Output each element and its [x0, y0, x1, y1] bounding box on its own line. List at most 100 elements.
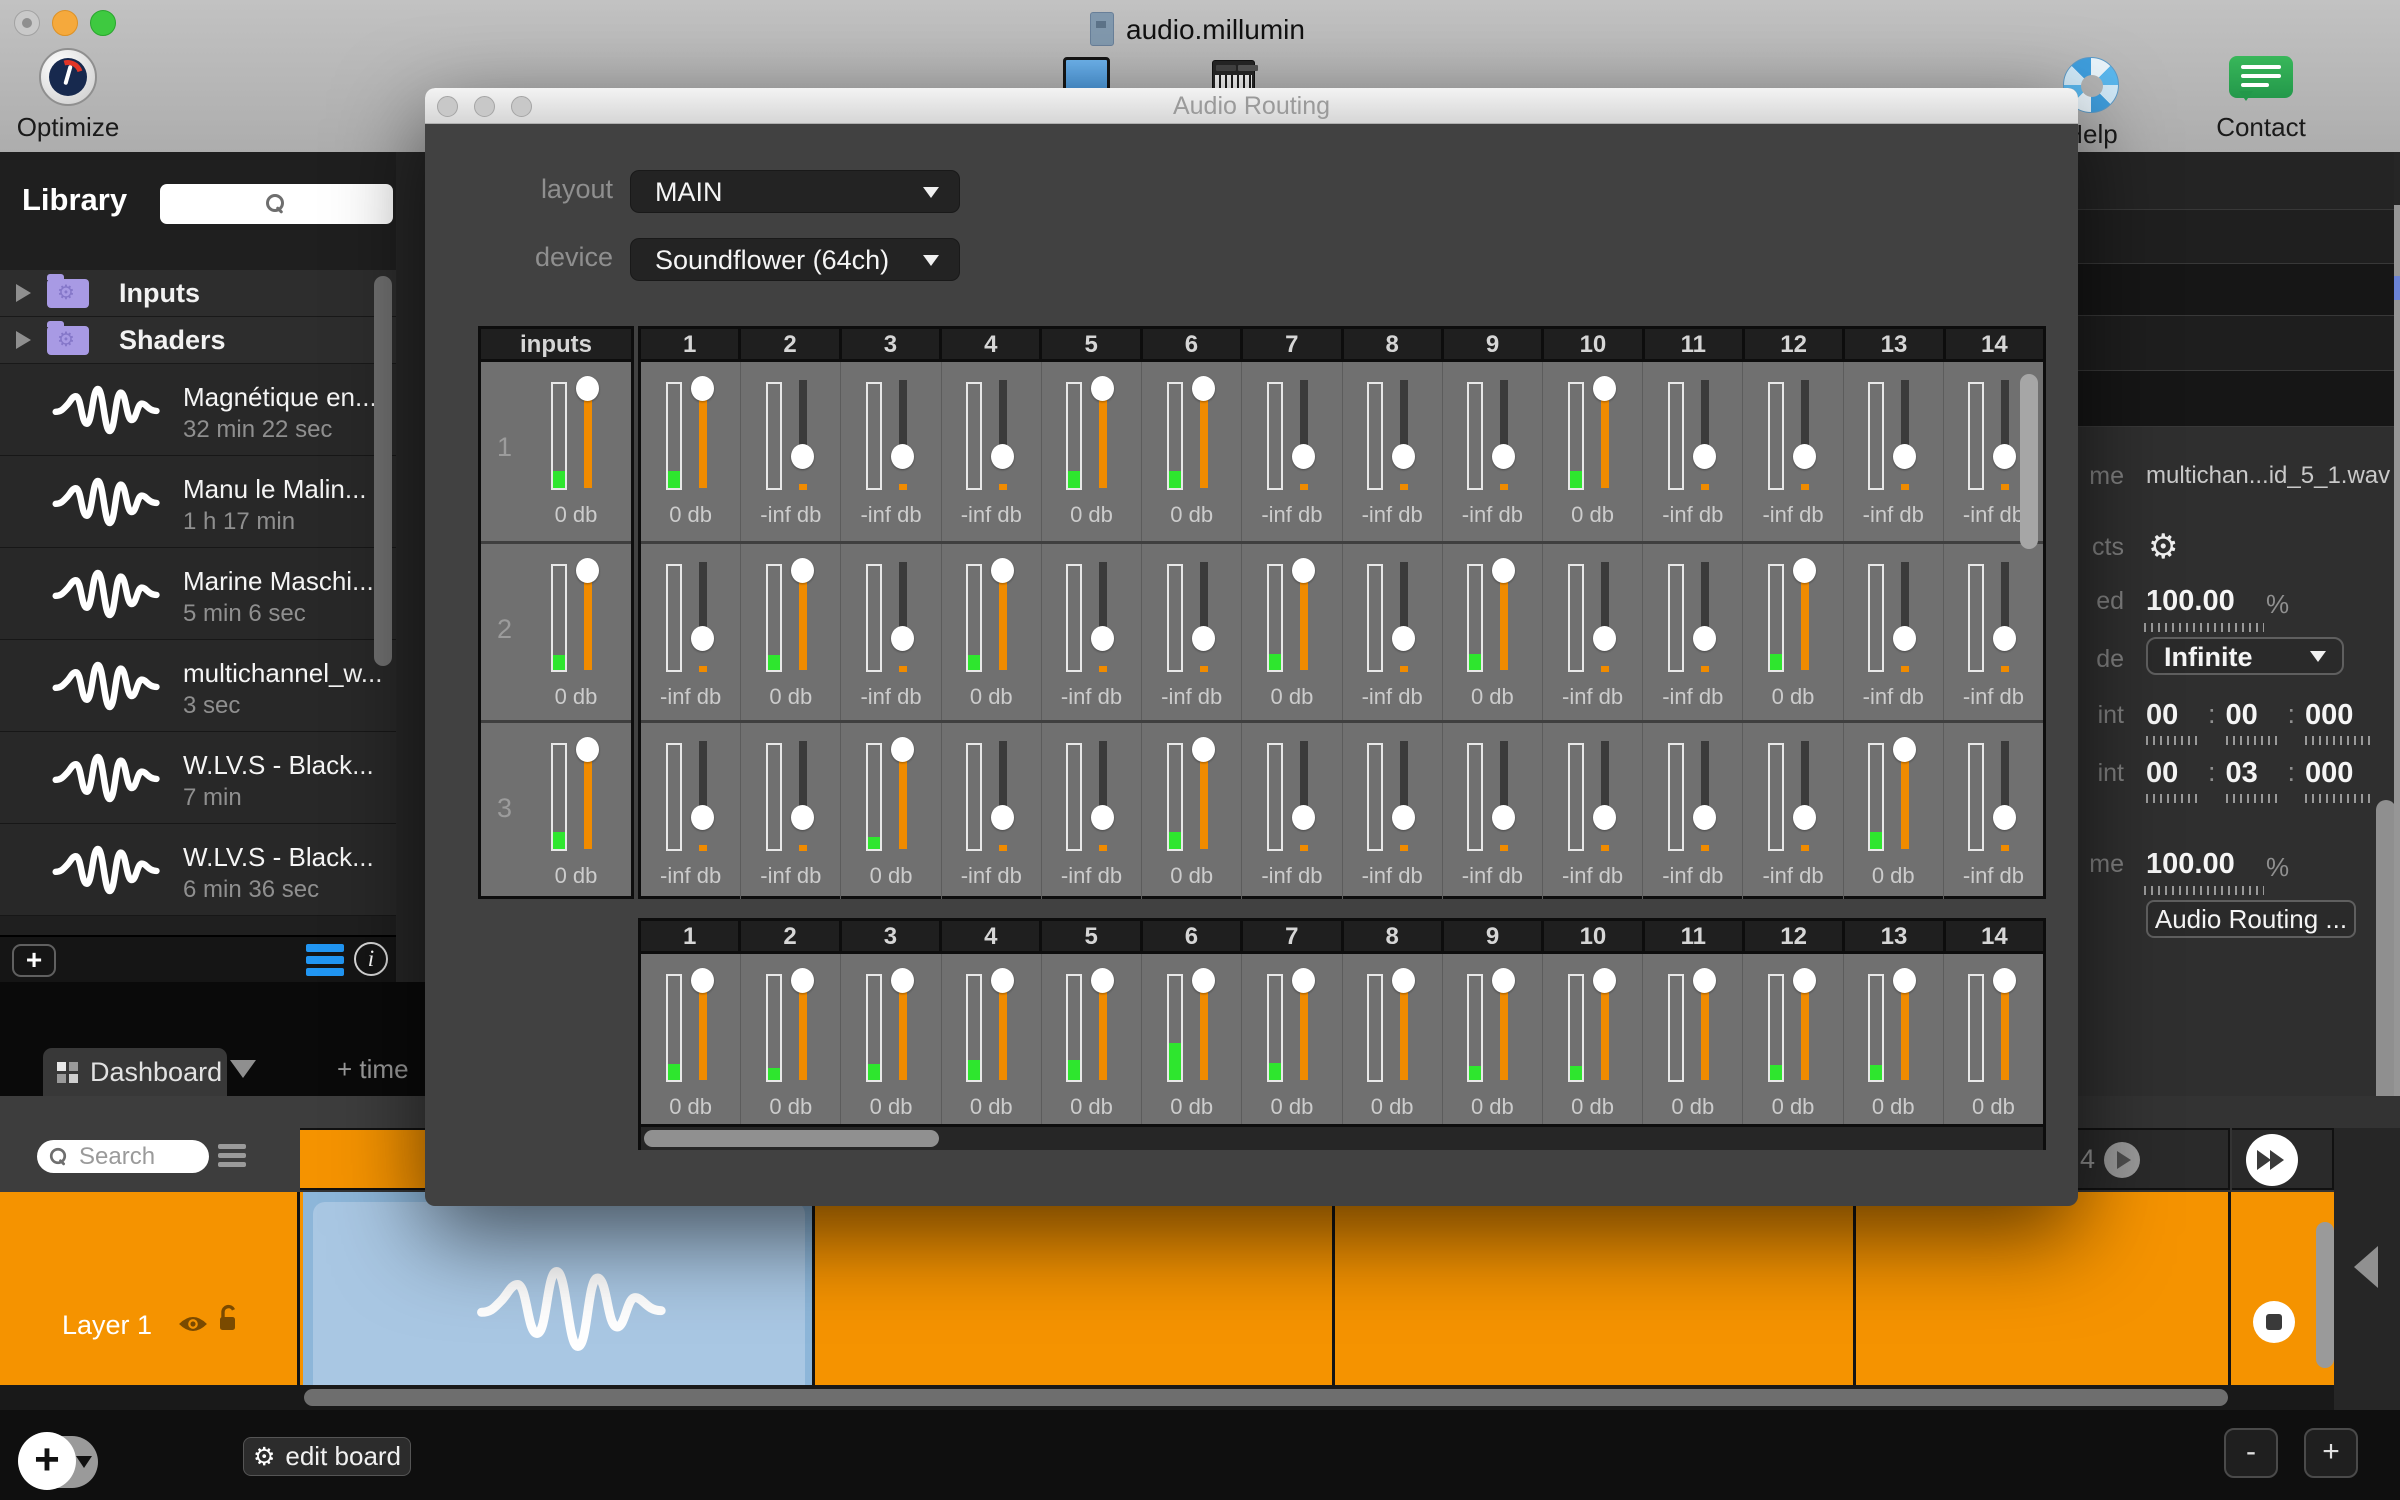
routing-cell[interactable]: 0 db — [1543, 954, 1644, 1124]
fader-knob[interactable] — [1793, 968, 1817, 993]
fader-knob[interactable] — [790, 444, 814, 469]
library-item[interactable]: Magnétique en... 32 min 22 sec — [0, 364, 396, 456]
outpoint-seconds[interactable]: 03 — [2225, 757, 2278, 803]
routing-cell[interactable]: -inf db — [1242, 723, 1343, 899]
fader-knob[interactable] — [790, 558, 814, 583]
volume-fader[interactable] — [991, 558, 1015, 672]
routing-cell[interactable]: 0 db — [521, 362, 631, 541]
zoom-in-button[interactable]: + — [2304, 1428, 2358, 1478]
fader-knob[interactable] — [1592, 805, 1616, 830]
fader-knob[interactable] — [1893, 444, 1917, 469]
volume-fader[interactable] — [1291, 380, 1315, 490]
routing-cell[interactable]: 0 db — [1343, 954, 1443, 1124]
edit-board-button[interactable]: ⚙ edit board — [243, 1437, 411, 1476]
routing-cell[interactable]: 0 db — [1844, 723, 1944, 899]
cue-header-cell[interactable] — [300, 1128, 425, 1190]
fader-track[interactable] — [899, 751, 908, 849]
volume-fader[interactable] — [1592, 376, 1616, 490]
fader-knob[interactable] — [1091, 626, 1115, 651]
routing-cell[interactable]: 0 db — [641, 362, 742, 541]
fader-track[interactable] — [1801, 572, 1810, 670]
layer-header[interactable]: Layer 1 — [0, 1192, 300, 1385]
fader-knob[interactable] — [690, 805, 714, 830]
routing-cell[interactable]: -inf db — [1944, 544, 2043, 720]
timeline-horizontal-scrollbar[interactable] — [0, 1385, 2334, 1410]
fader-track[interactable] — [1299, 982, 1308, 1080]
optimize-button[interactable]: Optimize — [4, 48, 132, 143]
routing-cell[interactable]: 0 db — [1543, 362, 1644, 541]
effects-gear-icon[interactable]: ⚙ — [2148, 527, 2178, 567]
volume-fader[interactable] — [1392, 380, 1416, 490]
fader-knob[interactable] — [891, 737, 915, 762]
library-folder-row[interactable]: Inputs — [0, 270, 396, 317]
routing-cell[interactable]: 0 db — [1142, 954, 1243, 1124]
routing-cell[interactable]: -inf db — [1142, 544, 1243, 720]
fader-track[interactable] — [798, 572, 807, 670]
routing-cell[interactable]: 0 db — [942, 954, 1042, 1124]
volume-fader[interactable] — [891, 737, 915, 851]
fader-knob[interactable] — [1692, 968, 1716, 993]
layer-lock-icon[interactable] — [216, 1304, 240, 1334]
fader-knob[interactable] — [1793, 444, 1817, 469]
inpoint-seconds[interactable]: 00 — [2225, 699, 2278, 745]
routing-cell[interactable]: 0 db — [1743, 954, 1844, 1124]
empty-clip-slot[interactable] — [818, 1192, 1335, 1385]
volume-fader[interactable] — [1291, 558, 1315, 672]
fader-track[interactable] — [1901, 751, 1910, 849]
fader-knob[interactable] — [991, 444, 1015, 469]
volume-fader[interactable] — [1191, 968, 1215, 1082]
fader-knob[interactable] — [1692, 805, 1716, 830]
routing-cell[interactable]: -inf db — [1743, 723, 1844, 899]
library-item[interactable]: Manu le Malin... 1 h 17 min — [0, 456, 396, 548]
volume-fader[interactable] — [1893, 737, 1917, 851]
volume-fader[interactable] — [1592, 741, 1616, 851]
fader-knob[interactable] — [1592, 626, 1616, 651]
fader-knob[interactable] — [690, 376, 714, 401]
fader-track[interactable] — [1700, 982, 1709, 1080]
library-scrollbar[interactable] — [374, 276, 392, 666]
layer-visibility-icon[interactable] — [178, 1314, 208, 1334]
fader-track[interactable] — [698, 982, 707, 1080]
fader-track[interactable] — [1099, 390, 1108, 488]
routing-cell[interactable]: -inf db — [841, 544, 942, 720]
fader-knob[interactable] — [1091, 805, 1115, 830]
speed-value[interactable]: 100.00 — [2146, 585, 2235, 618]
fader-knob[interactable] — [991, 805, 1015, 830]
library-folder-row[interactable]: Shaders — [0, 317, 396, 364]
volume-fader[interactable] — [1993, 380, 2017, 490]
fader-knob[interactable] — [1993, 626, 2017, 651]
fader-track[interactable] — [899, 982, 908, 1080]
routing-cell[interactable]: -inf db — [741, 362, 842, 541]
volume-fader[interactable] — [1091, 741, 1115, 851]
volume-fader[interactable] — [1392, 562, 1416, 672]
routing-cell[interactable]: 0 db — [841, 723, 942, 899]
fader-track[interactable] — [798, 982, 807, 1080]
timeline-menu-icon[interactable] — [218, 1144, 246, 1168]
fader-knob[interactable] — [1291, 444, 1315, 469]
volume-fader[interactable] — [690, 741, 714, 851]
volume-fader[interactable] — [790, 380, 814, 490]
fader-track[interactable] — [1500, 982, 1509, 1080]
routing-cell[interactable]: 0 db — [1142, 723, 1243, 899]
fader-knob[interactable] — [1692, 444, 1716, 469]
routing-cell[interactable]: -inf db — [1242, 362, 1343, 541]
add-timeline-tab[interactable]: + time — [337, 1054, 409, 1085]
tab-menu-caret-icon[interactable] — [230, 1060, 256, 1078]
volume-fader[interactable] — [1392, 968, 1416, 1082]
device-dropdown[interactable]: Soundflower (64ch) — [630, 238, 960, 281]
routing-cell[interactable]: 0 db — [521, 544, 631, 720]
inpoint-minutes[interactable]: 00 — [2146, 699, 2198, 745]
fader-knob[interactable] — [991, 968, 1015, 993]
routing-cell[interactable]: 0 db — [1944, 954, 2043, 1124]
fast-forward-button[interactable] — [2246, 1134, 2298, 1186]
fader-knob[interactable] — [690, 968, 714, 993]
fader-knob[interactable] — [1091, 376, 1115, 401]
fader-knob[interactable] — [891, 444, 915, 469]
fader-knob[interactable] — [891, 626, 915, 651]
fader-track[interactable] — [1801, 982, 1810, 1080]
volume-fader[interactable] — [1692, 741, 1716, 851]
mode-dropdown[interactable]: Infinite — [2146, 637, 2344, 675]
fader-track[interactable] — [1199, 982, 1208, 1080]
fader-knob[interactable] — [1392, 626, 1416, 651]
volume-fader[interactable] — [690, 562, 714, 672]
